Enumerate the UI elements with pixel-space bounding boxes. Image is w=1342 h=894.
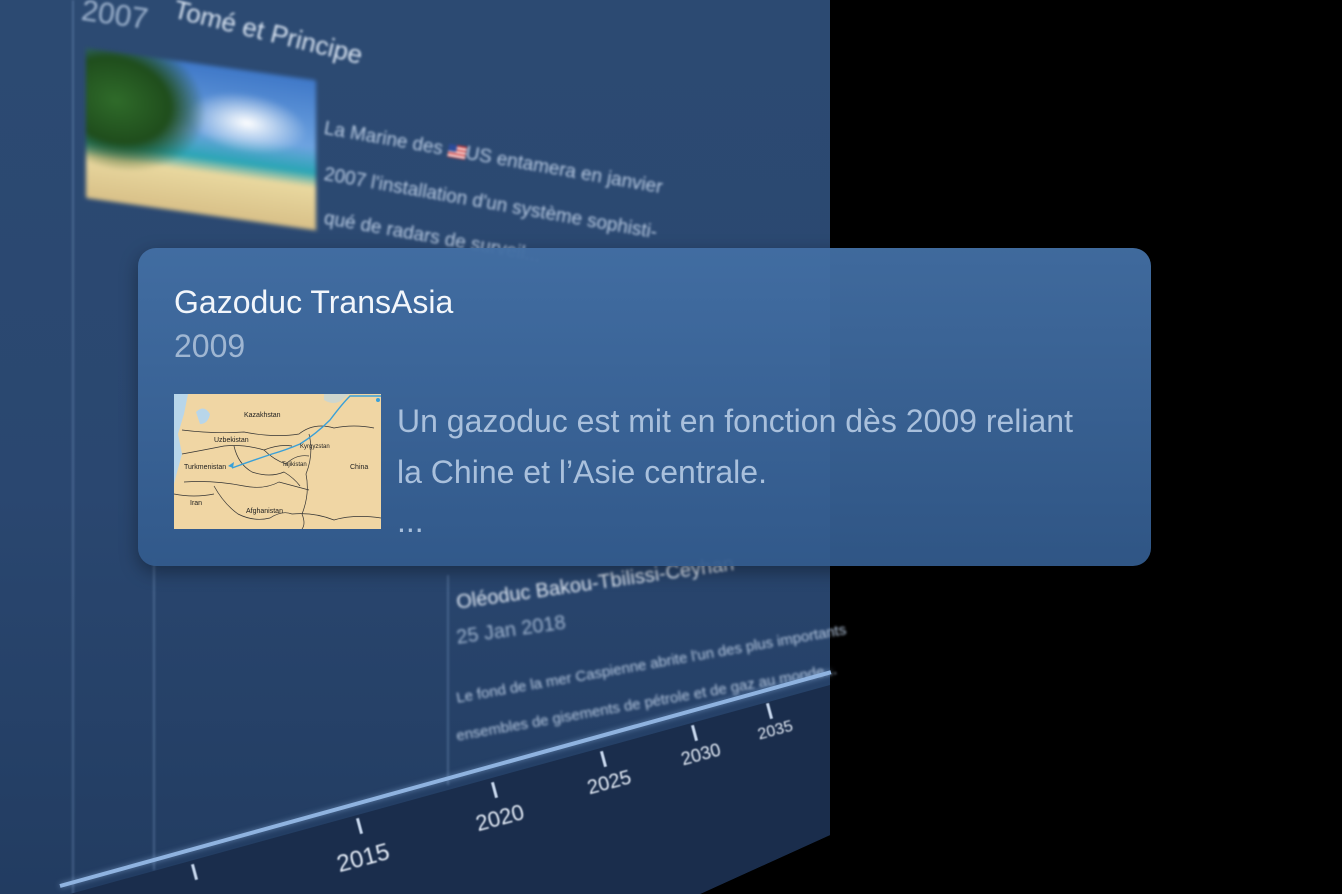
timeline-guide-line [72, 0, 74, 894]
map-label-turkmenistan: Turkmenistan [184, 464, 227, 471]
event-description: Un gazoduc est mit en fonction dès 2009 … [397, 403, 1073, 490]
map-label-tajikistan: Tajikistan [282, 462, 307, 468]
timeline-guide-line [447, 575, 449, 785]
event-detail-card[interactable]: Gazoduc TransAsia 2009 Kazakhstan Uzbeki… [138, 248, 1151, 566]
map-label-iran: Iran [190, 500, 203, 507]
map-label-china: China [350, 464, 369, 471]
us-flag-icon [446, 143, 467, 160]
timeline-guide-line [153, 560, 155, 870]
event-map-thumbnail[interactable]: Kazakhstan Uzbekistan Kyrgyzstan Turkmen… [174, 394, 381, 529]
beach-photo[interactable] [86, 48, 316, 231]
map-label-uzbekistan: Uzbekistan [214, 437, 249, 444]
read-more-ellipsis[interactable]: ... [397, 503, 424, 540]
map-label-afghanistan: Afghanistan [246, 508, 283, 515]
event-title: Gazoduc TransAsia [174, 284, 454, 320]
map-label-kazakhstan: Kazakhstan [244, 412, 281, 419]
event-year: 2009 [174, 328, 246, 364]
map-label-kyrgyzstan: Kyrgyzstan [300, 444, 330, 450]
